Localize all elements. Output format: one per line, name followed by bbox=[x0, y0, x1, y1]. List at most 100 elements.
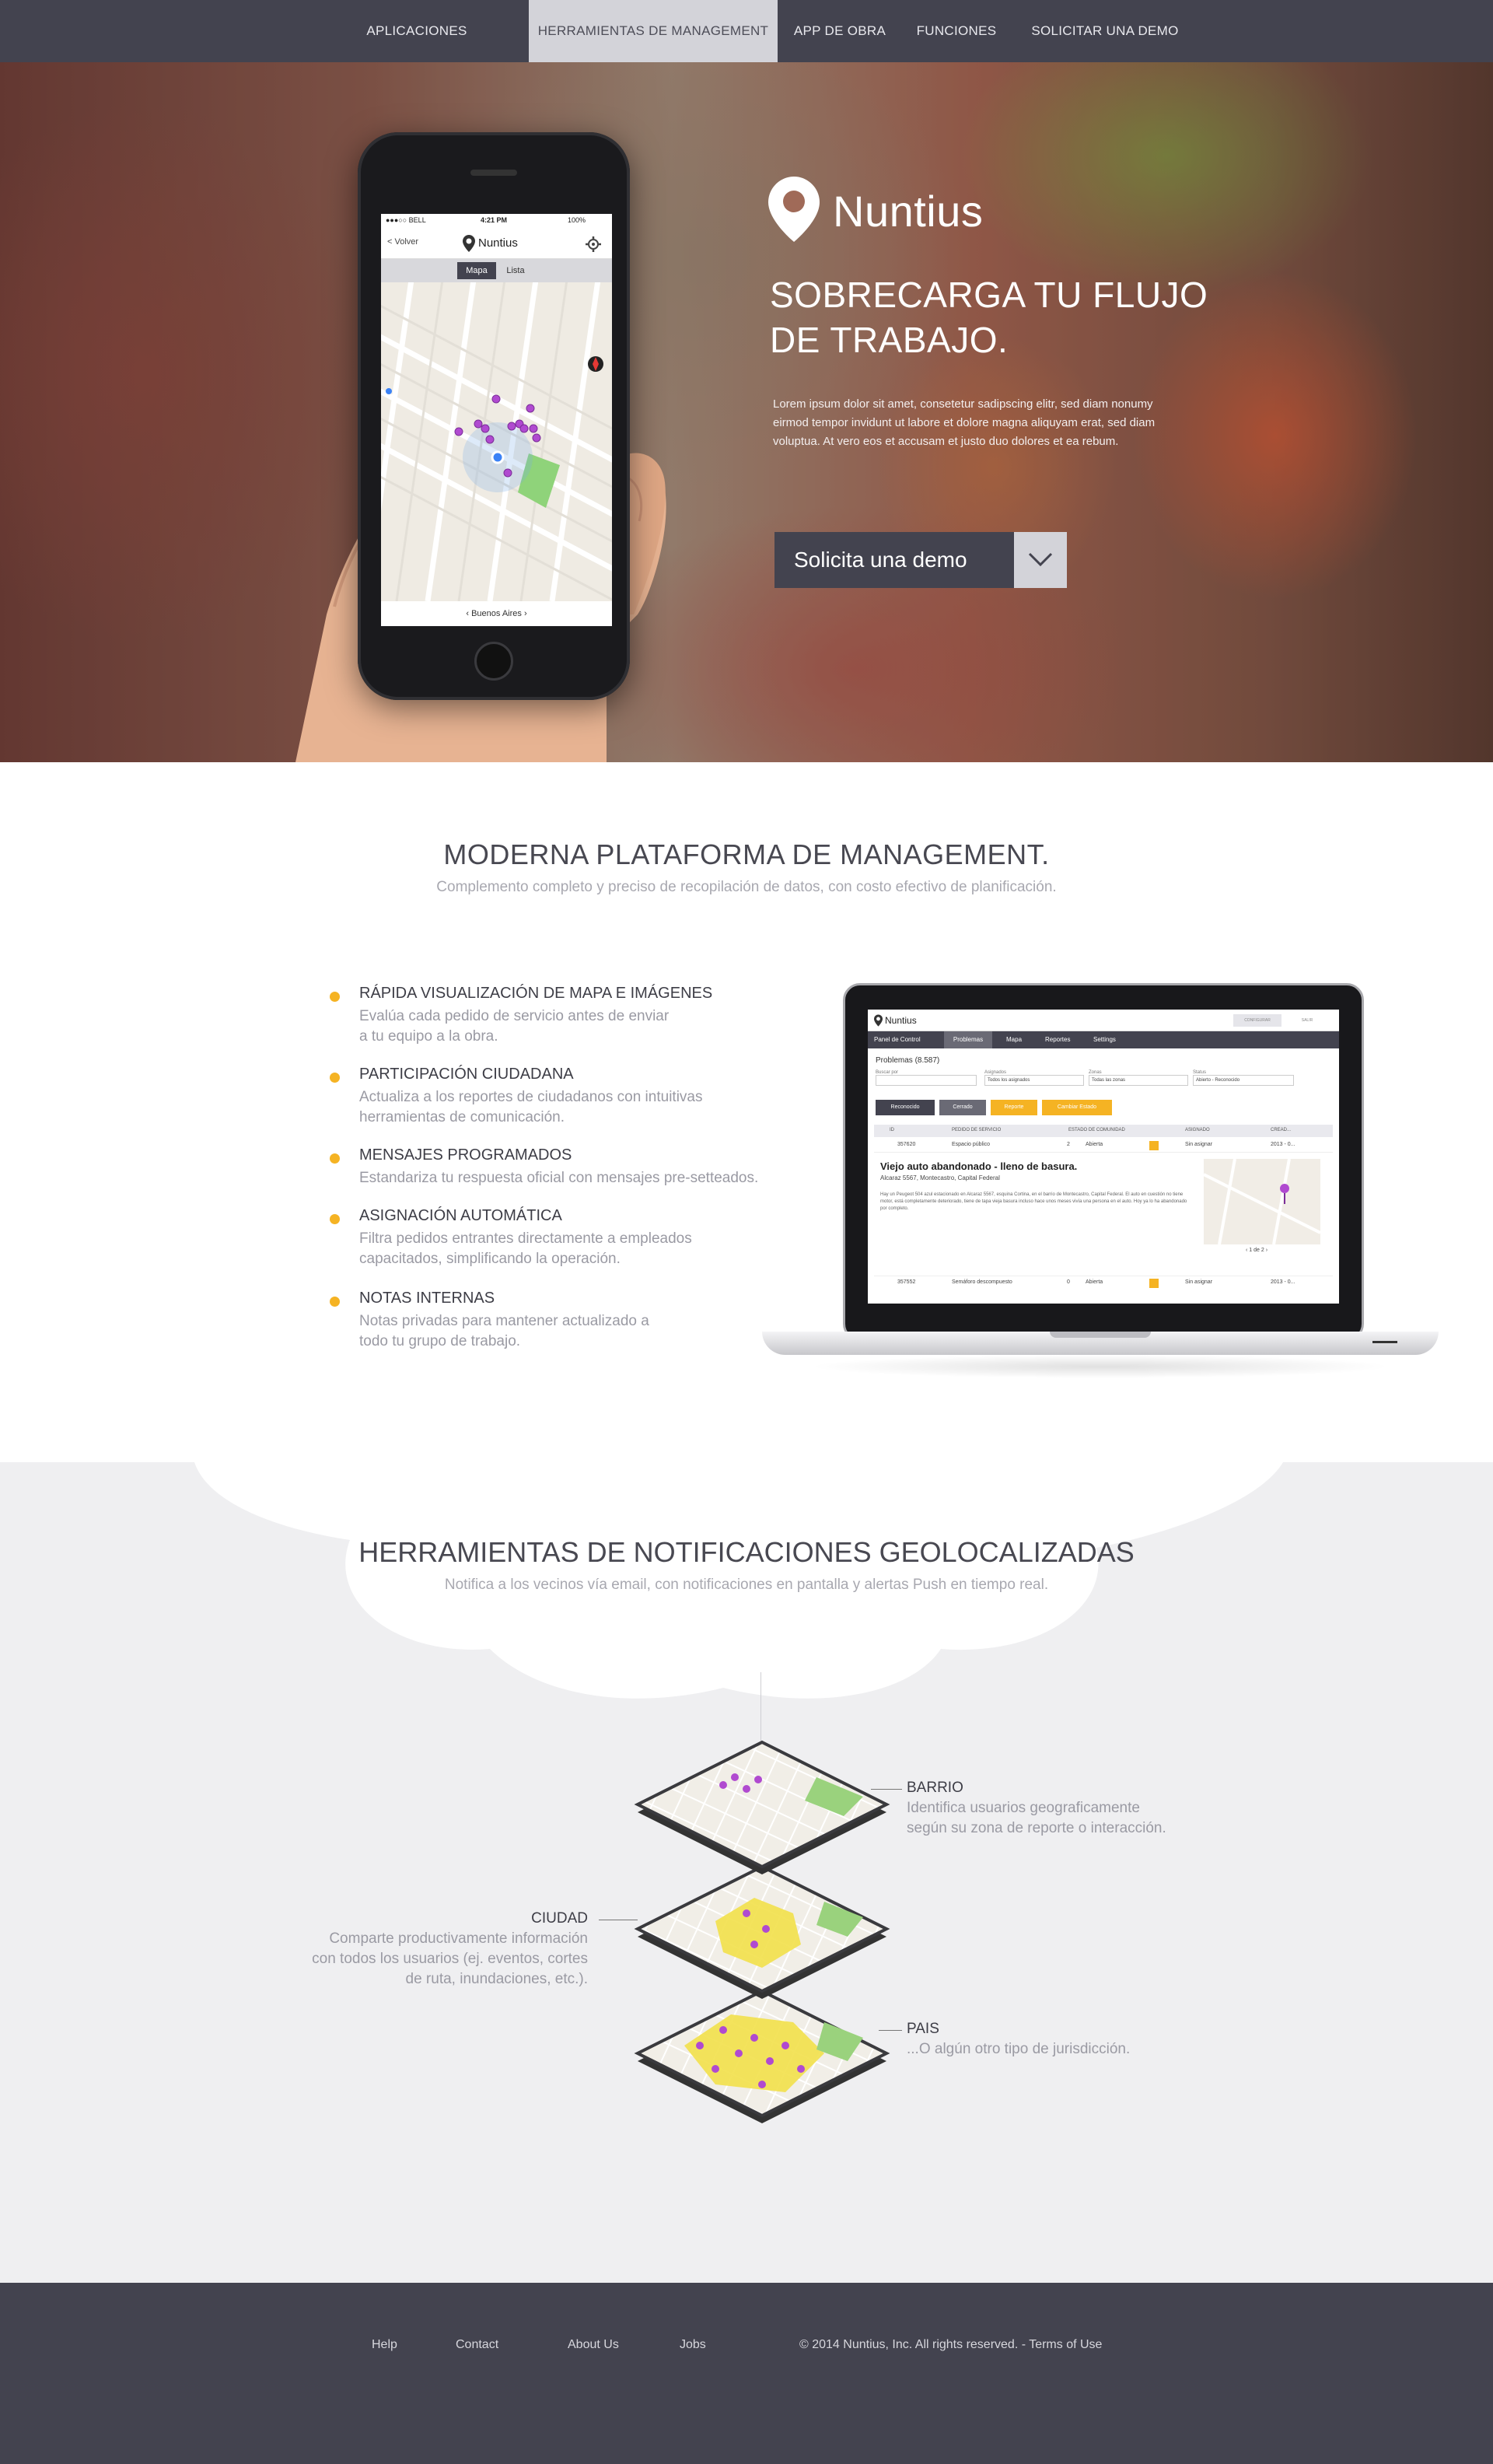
barrio-leader bbox=[871, 1789, 902, 1790]
dashboard-header: Nuntius CONFIGURAR SALIR bbox=[868, 1010, 1339, 1031]
tab-mapa[interactable]: Mapa bbox=[457, 262, 496, 279]
pais-leader bbox=[879, 2030, 902, 2031]
request-demo-button[interactable]: Solicita una demo bbox=[774, 532, 1067, 588]
barrio-label: BARRIO bbox=[907, 1780, 963, 1796]
nav-item-herramientas[interactable]: HERRAMIENTAS DE MANAGEMENT bbox=[529, 0, 778, 62]
feature-title: RÁPIDA VISUALIZACIÓN DE MAPA E IMÁGENES bbox=[359, 985, 713, 1002]
phone-status-bar: ●●●○○ BELL 4:21 PM 100% bbox=[381, 214, 612, 228]
barrio-desc: Identifica usuarios geograficamente según… bbox=[907, 1800, 1166, 1836]
dashboard-brand: Nuntius bbox=[885, 1015, 917, 1026]
zones-select[interactable]: Todas las zonas bbox=[1089, 1075, 1188, 1086]
feature-title: ASIGNACIÓN AUTOMÁTICA bbox=[359, 1207, 562, 1224]
phone-app-title: Nuntius bbox=[478, 236, 518, 250]
bullet-dot bbox=[330, 1073, 340, 1083]
hero-body-text: Lorem ipsum dolor sit amet, consetetur s… bbox=[773, 397, 1156, 448]
footer-link-contact[interactable]: Contact bbox=[456, 2338, 498, 2352]
issue-title: Viejo auto abandonado - lleno de basura. bbox=[880, 1160, 1078, 1172]
pais-label: PAIS bbox=[907, 2021, 939, 2037]
feature-desc: Estandariza tu respuesta oficial con men… bbox=[359, 1170, 759, 1186]
nav-item-solicitar-demo[interactable]: SOLICITAR UNA DEMO bbox=[1025, 0, 1185, 62]
search-input[interactable] bbox=[876, 1075, 977, 1086]
tab-settings[interactable]: Settings bbox=[1093, 1036, 1116, 1043]
status-badge bbox=[1149, 1279, 1159, 1288]
laptop-base bbox=[762, 1332, 1439, 1355]
location-pin-icon bbox=[463, 235, 475, 252]
tab-panel-control[interactable]: Panel de Control bbox=[874, 1036, 921, 1043]
phone-app-bar: < Volver Nuntius bbox=[381, 228, 612, 259]
hero-headline: SOBRECARGA TU FLUJO DE TRABAJO. bbox=[770, 272, 1314, 362]
location-pin-icon bbox=[768, 177, 820, 242]
geo-title: HERRAMIENTAS DE NOTIFICACIONES GEOLOCALI… bbox=[358, 1536, 1135, 1568]
pais-desc: ...O algún otro tipo de jurisdicción. bbox=[907, 2041, 1131, 2057]
gear-icon[interactable] bbox=[585, 236, 602, 253]
phone-location-footer: ‹ Buenos Aires › bbox=[381, 601, 612, 626]
chevron-down-icon bbox=[1014, 532, 1067, 588]
filter-zones: Zonas Todas las zonas bbox=[1089, 1070, 1188, 1086]
phone-map bbox=[381, 282, 612, 601]
feature-title: NOTAS INTERNAS bbox=[359, 1290, 495, 1307]
bullet-dot bbox=[330, 1297, 340, 1307]
dashboard-screen: Nuntius CONFIGURAR SALIR Panel de Contro… bbox=[868, 1010, 1339, 1304]
issue-description: Hay un Peugeot 504 azul estacionado en A… bbox=[880, 1192, 1187, 1211]
headline-line-2: DE TRABAJO. bbox=[770, 320, 1009, 360]
btn-cerrado[interactable]: Cerrado bbox=[939, 1100, 986, 1115]
map-layer-ciudad bbox=[634, 1864, 890, 1999]
feature-title: MENSAJES PROGRAMADOS bbox=[359, 1146, 572, 1164]
feature-desc: Evalúa cada pedido de servicio antes de … bbox=[359, 1008, 670, 1045]
back-button[interactable]: < Volver bbox=[387, 237, 418, 247]
table-row[interactable]: 357620 Espacio público 2 Abierta Sin asi… bbox=[874, 1139, 1333, 1153]
btn-reconocido[interactable]: Reconocido bbox=[876, 1100, 935, 1115]
table-row[interactable]: 357552 Semáforo descompuesto 0 Abierta S… bbox=[874, 1276, 1333, 1290]
nav-item-aplicaciones[interactable]: APLICACIONES ESPECIALIZADAS bbox=[311, 0, 523, 100]
top-nav: APLICACIONES ESPECIALIZADAS HERRAMIENTAS… bbox=[0, 0, 1493, 100]
btn-cambiar-estado[interactable]: Cambiar Estado bbox=[1042, 1100, 1112, 1115]
phone-mockup: ●●●○○ BELL 4:21 PM 100% < Volver Nuntius… bbox=[358, 132, 630, 700]
problems-title: Problemas (8.587) bbox=[876, 1056, 940, 1065]
nav-item-app-de-obra[interactable]: APP DE OBRA bbox=[785, 0, 894, 62]
pagination[interactable]: ‹ 1 de 2 › bbox=[1246, 1248, 1267, 1253]
issue-map bbox=[1204, 1159, 1320, 1244]
phone-segmented-control: Mapa Lista bbox=[381, 259, 612, 282]
footer-link-help[interactable]: Help bbox=[372, 2338, 397, 2352]
ciudad-desc: Comparte productivamente información con … bbox=[312, 1930, 588, 1987]
headline-line-1: SOBRECARGA TU FLUJO bbox=[770, 275, 1208, 315]
hero-logo: Nuntius bbox=[766, 175, 1046, 245]
phone-speaker bbox=[470, 170, 517, 176]
laptop-shadow bbox=[809, 1355, 1392, 1378]
table-header: ID PEDIDO DE SERVICIO ESTADO DE COMUNIDA… bbox=[874, 1125, 1333, 1137]
nav-item-funciones[interactable]: FUNCIONES bbox=[902, 0, 1011, 62]
bullet-dot bbox=[330, 1153, 340, 1164]
tab-reportes[interactable]: Reportes bbox=[1045, 1036, 1070, 1043]
hero-overlay bbox=[0, 62, 1493, 762]
phone-home-button bbox=[474, 642, 513, 681]
tab-lista[interactable]: Lista bbox=[496, 262, 535, 279]
status-select[interactable]: Abierto - Reconocido bbox=[1193, 1075, 1294, 1086]
tab-mapa[interactable]: Mapa bbox=[1006, 1036, 1022, 1043]
feature-desc: Actualiza a los reportes de ciudadanos c… bbox=[359, 1089, 703, 1125]
copyright-text: © 2014 Nuntius, Inc. All rights reserved… bbox=[799, 2338, 1103, 2351]
geo-subtitle: Notifica a los vecinos vía email, con no… bbox=[444, 1577, 1049, 1593]
assigned-select[interactable]: Todos los asignados bbox=[984, 1075, 1084, 1086]
btn-reporte[interactable]: Reporte bbox=[991, 1100, 1037, 1115]
carrier-label: ●●●○○ BELL bbox=[386, 216, 426, 224]
config-button[interactable]: CONFIGURAR bbox=[1233, 1014, 1281, 1027]
logout-button[interactable]: SALIR bbox=[1288, 1014, 1327, 1027]
tab-problemas[interactable]: Problemas bbox=[944, 1031, 992, 1048]
location-pin-icon bbox=[874, 1014, 883, 1027]
map-layer-pais bbox=[634, 1989, 890, 2123]
feature-title: PARTICIPACIÓN CIUDADANA bbox=[359, 1066, 574, 1083]
filter-assigned: Asignados Todos los asignados bbox=[984, 1070, 1084, 1086]
bullet-dot bbox=[330, 1214, 340, 1224]
footer-link-about[interactable]: About Us bbox=[568, 2338, 619, 2352]
brand-name: Nuntius bbox=[833, 187, 984, 236]
battery-label: 100% bbox=[568, 216, 586, 224]
feature-desc: Notas privadas para mantener actualizado… bbox=[359, 1313, 649, 1349]
chevron-right-icon[interactable]: › bbox=[522, 609, 527, 618]
dashboard-tabs: Panel de Control Problemas Mapa Reportes… bbox=[868, 1031, 1339, 1048]
status-badge bbox=[1149, 1141, 1159, 1150]
phone-screen: ●●●○○ BELL 4:21 PM 100% < Volver Nuntius… bbox=[381, 214, 612, 626]
ciudad-label: CIUDAD bbox=[531, 1910, 588, 1927]
laptop-mockup: Nuntius CONFIGURAR SALIR Panel de Contro… bbox=[762, 980, 1439, 1400]
footer-link-jobs[interactable]: Jobs bbox=[680, 2338, 706, 2352]
request-demo-label: Solicita una demo bbox=[774, 532, 1014, 588]
